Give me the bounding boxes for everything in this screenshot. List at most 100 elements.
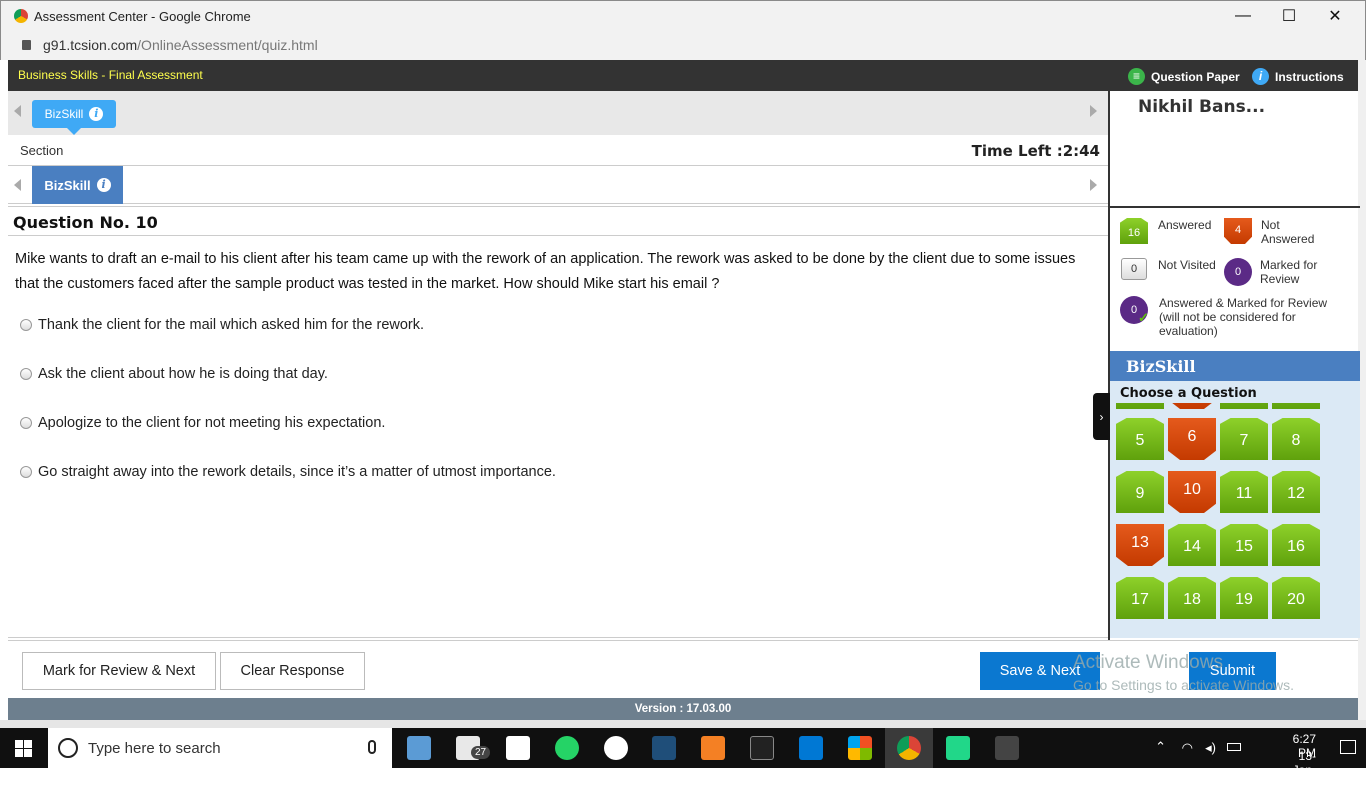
chevron-up-icon[interactable]: ⌃ [1155,739,1166,755]
chevron-right-icon: › [1099,409,1104,424]
option-text: Apologize to the client for not meeting … [38,415,386,431]
microphone-icon[interactable] [368,740,376,754]
question-button[interactable]: 20 [1272,577,1320,619]
pycharm-icon[interactable] [946,736,970,760]
check-icon: ✓ [1138,310,1149,325]
whatsapp-icon[interactable] [555,736,579,760]
choose-question-label: Choose a Question [1110,381,1360,403]
sticky-notes-icon[interactable] [506,736,530,760]
test-tabstrip: BizSkill i [8,91,1108,135]
office-icon[interactable] [848,736,872,760]
maximize-button[interactable]: ☐ [1266,1,1312,31]
question-button[interactable]: 16 [1272,524,1320,566]
option-2[interactable]: Ask the client about how he is doing tha… [20,366,328,382]
course-title: Business Skills - Final Assessment [18,68,203,82]
collapse-panel-button[interactable]: › [1093,393,1110,440]
chrome-taskbar-icon[interactable] [897,736,921,760]
candidate-name: Nikhil Bans... [1138,97,1266,117]
question-button[interactable]: 13 [1116,524,1164,566]
question-button[interactable]: 19 [1220,577,1268,619]
question-button[interactable]: 8 [1272,418,1320,460]
terminal-icon[interactable] [750,736,774,760]
sublime-text-icon[interactable] [701,736,725,760]
status-panel: Nikhil Bans... 16 Answered 4 Not Answere… [1108,91,1360,640]
close-button[interactable]: ✕ [1312,1,1358,31]
volume-icon[interactable]: ◂) [1205,740,1216,756]
option-radio[interactable] [20,368,32,380]
activate-windows-subtitle: Go to Settings to activate Windows. [1073,677,1294,693]
version-bar: Version : 17.03.00 [8,698,1358,720]
pycharm-secondary-icon[interactable] [995,736,1019,760]
tab-bizskill[interactable]: BizSkill i [32,100,116,135]
info-icon: i [1252,68,1269,85]
option-radio[interactable] [20,417,32,429]
clock-date[interactable]: 13-Jan-20 [1293,749,1316,791]
mongodb-icon[interactable] [604,736,628,760]
option-3[interactable]: Apologize to the client for not meeting … [20,415,385,431]
tab-bizskill-label: BizSkill [44,107,84,121]
window-bottom-edge [0,720,1366,728]
option-radio[interactable] [20,319,32,331]
not-visited-badge: 0 [1121,258,1147,280]
time-left: Time Left :2:44 [971,142,1100,160]
vscode-icon[interactable] [799,736,823,760]
section-tab-label: BizSkill [44,177,91,193]
wifi-icon[interactable]: ◠ [1182,740,1193,756]
question-button[interactable]: 7 [1220,418,1268,460]
notifications-icon[interactable] [1340,740,1356,754]
answered-badge: 16 [1120,218,1148,244]
not-answered-badge: 4 [1224,218,1252,244]
mark-review-next-button[interactable]: Mark for Review & Next [22,652,216,690]
address-bar[interactable]: g91.tcsion.com/OnlineAssessment/quiz.htm… [0,31,1366,60]
info-icon[interactable]: i [89,107,104,121]
option-1[interactable]: Thank the client for the mail which aske… [20,317,424,333]
task-view-icon[interactable] [407,736,431,760]
option-text: Go straight away into the rework details… [38,464,556,480]
taskbar-search[interactable]: Type here to search [48,728,392,768]
exam-header: Business Skills - Final Assessment ≡ Que… [8,60,1358,91]
marked-badge: 0 [1224,258,1252,286]
question-button[interactable]: 18 [1168,577,1216,619]
section-tab-bizskill[interactable]: BizSkill i [32,166,123,204]
search-placeholder: Type here to search [88,739,221,757]
info-icon[interactable]: i [96,178,111,192]
status-legend: 16 Answered 4 Not Answered 0 Not Visited… [1110,206,1360,351]
palette-section-title: BizSkill [1110,351,1360,381]
question-button[interactable]: 14 [1168,524,1216,566]
mysql-workbench-icon[interactable] [652,736,676,760]
browser-titlebar: Assessment Center - Google Chrome — ☐ ✕ [0,0,1366,31]
url-text[interactable]: g91.tcsion.com/OnlineAssessment/quiz.htm… [43,37,318,53]
option-radio[interactable] [20,466,32,478]
section-tabs: BizSkill i [8,166,1108,204]
question-button[interactable]: 10 [1168,471,1216,513]
option-4[interactable]: Go straight away into the rework details… [20,464,556,480]
question-header: Question No. 10 [8,206,1108,236]
question-button[interactable]: 15 [1220,524,1268,566]
section-label: Section [20,143,64,158]
search-icon [58,738,78,758]
section-scroll-left-icon[interactable] [14,179,21,191]
tab-scroll-left-icon[interactable] [14,105,21,117]
question-button[interactable]: 6 [1168,418,1216,460]
question-button[interactable]: 17 [1116,577,1164,619]
windows-start-icon[interactable] [15,740,32,757]
instructions-link[interactable]: i Instructions [1252,68,1344,85]
question-paper-link[interactable]: ≡ Question Paper [1128,68,1240,85]
minimize-button[interactable]: — [1220,1,1266,31]
section-row: Section Time Left :2:44 [8,135,1108,166]
question-button[interactable]: 5 [1116,418,1164,460]
question-paper-label: Question Paper [1151,69,1240,84]
tab-scroll-right-icon[interactable] [1090,105,1097,117]
section-scroll-right-icon[interactable] [1090,179,1097,191]
option-text: Ask the client about how he is doing tha… [38,366,328,382]
not-answered-label: Not Answered [1261,218,1315,246]
question-button[interactable]: 11 [1220,471,1268,513]
activate-windows-title: Activate Windows [1073,652,1223,673]
question-button[interactable]: 9 [1116,471,1164,513]
question-palette: 5 6 7 8 9 10 11 12 13 14 15 16 17 18 19 20 [1110,403,1360,638]
question-text: Mike wants to draft an e-mail to his cli… [15,251,1076,292]
question-number: Question No. 10 [13,213,158,232]
battery-icon[interactable] [1227,743,1241,751]
question-button[interactable]: 12 [1272,471,1320,513]
clear-response-button[interactable]: Clear Response [220,652,365,690]
